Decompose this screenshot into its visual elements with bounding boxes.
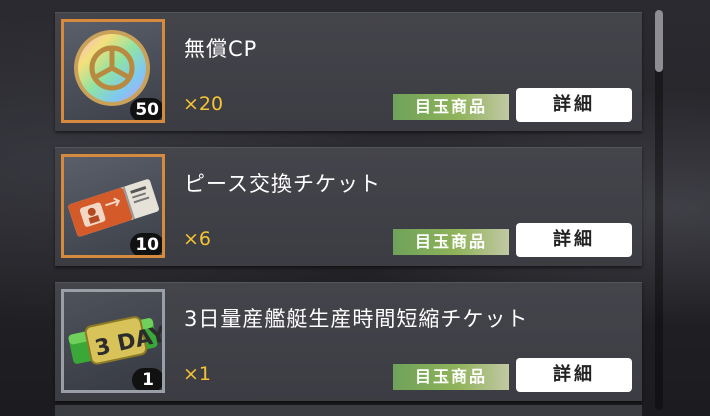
scrollbar-thumb[interactable] — [655, 10, 663, 72]
featured-tag: 目玉商品 — [393, 94, 509, 120]
list-item: 3 DAY 1 3日量産艦艇生産時間短縮チケット ×1 目玉商品 詳細 — [55, 282, 642, 401]
list-item: 50 無償CP ×20 目玉商品 詳細 — [55, 12, 642, 131]
item-thumbnail[interactable]: 50 — [61, 19, 165, 123]
scrollbar[interactable] — [655, 10, 663, 410]
item-count: ×20 — [183, 93, 224, 115]
quantity-badge: 50 — [130, 98, 162, 120]
quantity-badge: 10 — [130, 233, 162, 255]
item-count: ×6 — [183, 228, 212, 250]
item-name: ピース交換チケット — [184, 172, 381, 196]
featured-tag: 目玉商品 — [393, 364, 509, 390]
list-item: 10 ピース交換チケット ×6 目玉商品 詳細 — [55, 147, 642, 266]
quantity-badge: 1 — [132, 368, 162, 390]
item-name: 3日量産艦艇生産時間短縮チケット — [184, 307, 529, 331]
details-button[interactable]: 詳細 — [516, 223, 632, 257]
item-thumbnail[interactable]: 10 — [61, 154, 165, 258]
item-list[interactable]: 50 無償CP ×20 目玉商品 詳細 10 ピース交換チケット ×6 目玉商品… — [55, 12, 642, 416]
item-count: ×1 — [183, 363, 212, 385]
list-item-next-partial — [55, 405, 642, 416]
item-thumbnail[interactable]: 3 DAY 1 — [61, 289, 165, 393]
item-name: 無償CP — [184, 37, 258, 61]
featured-tag: 目玉商品 — [393, 229, 509, 255]
shop-item-list-screen: 50 無償CP ×20 目玉商品 詳細 10 ピース交換チケット ×6 目玉商品… — [0, 0, 710, 416]
details-button[interactable]: 詳細 — [516, 88, 632, 122]
details-button[interactable]: 詳細 — [516, 358, 632, 392]
